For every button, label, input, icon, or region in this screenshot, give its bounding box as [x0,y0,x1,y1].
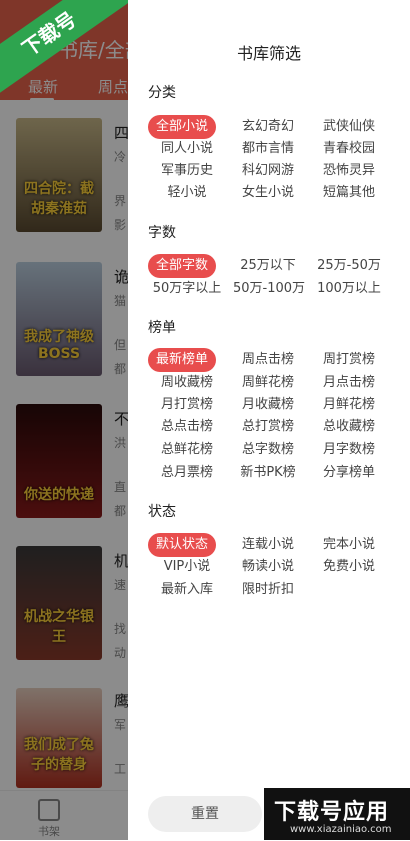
option-ranking[interactable]: 总打赏榜 [233,415,303,439]
option-status[interactable]: VIP小说 [152,555,222,579]
option-ranking[interactable]: 总字数榜 [233,438,303,462]
option-ranking[interactable]: 最新榜单 [148,348,216,372]
option-category[interactable]: 轻小说 [152,181,222,205]
option-ranking[interactable]: 月收藏榜 [233,393,303,417]
option-ranking[interactable]: 总月票榜 [152,461,222,485]
option-category[interactable]: 恐怖灵异 [314,159,384,183]
option-category[interactable]: 军事历史 [152,159,222,183]
option-status[interactable]: 默认状态 [148,533,216,557]
option-status[interactable]: 最新入库 [152,578,222,602]
option-status[interactable]: 免费小说 [314,555,384,579]
option-category[interactable]: 科幻网游 [233,159,303,183]
option-ranking[interactable]: 月鲜花榜 [314,393,384,417]
option-wordcount[interactable]: 25万-50万 [314,254,384,278]
section-title-wordcount: 字数 [148,225,176,241]
filter-drawer: 书库筛选 分类 全部小说 玄幻奇幻 武侠仙侠 同人小说 都市言情 青春校园 军事… [128,0,410,840]
option-wordcount[interactable]: 50万字以上 [152,277,222,301]
watermark-url: www.xiazainiao.com [290,824,392,835]
option-wordcount[interactable]: 100万以上 [314,277,384,301]
option-ranking[interactable]: 总点击榜 [152,415,222,439]
option-ranking[interactable]: 周收藏榜 [152,371,222,395]
option-ranking[interactable]: 总鲜花榜 [152,438,222,462]
option-category[interactable]: 女生小说 [233,181,303,205]
option-status[interactable]: 连载小说 [233,533,303,557]
option-category[interactable]: 都市言情 [233,137,303,161]
option-category[interactable]: 玄幻奇幻 [233,115,303,139]
option-ranking[interactable]: 周鲜花榜 [233,371,303,395]
drawer-title: 书库筛选 [236,44,301,63]
watermark-brand: 下载号应用 [274,800,390,825]
option-ranking[interactable]: 月点击榜 [314,371,384,395]
option-ranking[interactable]: 总收藏榜 [314,415,384,439]
section-title-category: 分类 [148,85,176,101]
option-category[interactable]: 全部小说 [148,115,216,139]
option-ranking[interactable]: 月字数榜 [314,438,384,462]
option-category[interactable]: 短篇其他 [314,181,384,205]
option-status[interactable]: 畅读小说 [233,555,303,579]
option-category[interactable]: 青春校园 [314,137,384,161]
option-wordcount[interactable]: 25万以下 [233,254,303,278]
option-ranking[interactable]: 周点击榜 [233,348,303,372]
option-category[interactable]: 同人小说 [152,137,222,161]
section-title-ranking: 榜单 [148,320,176,336]
option-ranking[interactable]: 新书PK榜 [233,461,303,485]
watermark-logo: 下载号应用 www.xiazainiao.com [264,788,410,840]
option-status[interactable]: 限时折扣 [233,578,303,602]
option-wordcount[interactable]: 全部字数 [148,254,216,278]
section-title-status: 状态 [148,504,176,520]
option-category[interactable]: 武侠仙侠 [314,115,384,139]
option-ranking[interactable]: 周打赏榜 [314,348,384,372]
option-status[interactable]: 完本小说 [314,533,384,557]
option-ranking[interactable]: 月打赏榜 [152,393,222,417]
option-wordcount[interactable]: 50万-100万 [233,277,305,301]
option-ranking[interactable]: 分享榜单 [314,461,384,485]
reset-button[interactable]: 重置 [148,796,262,832]
